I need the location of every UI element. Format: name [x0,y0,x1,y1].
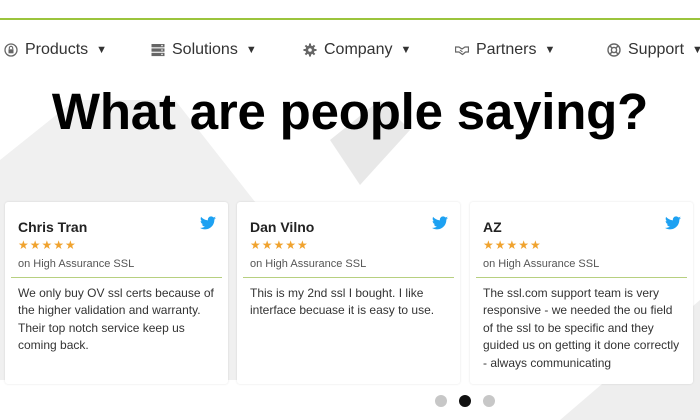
card-divider [243,277,454,278]
nav-company[interactable]: Company ▼ [303,38,411,62]
top-accent-line [0,18,700,20]
nav-products[interactable]: Products ▼ [4,38,107,62]
review-card: Chris Tran ★★★★★ on High Assurance SSL W… [5,202,228,384]
carousel-dot-active[interactable] [459,395,471,407]
carousel-dot[interactable] [483,395,495,407]
review-product: on High Assurance SSL [18,258,135,270]
twitter-icon[interactable] [432,216,448,230]
gear-icon [303,43,317,57]
review-product: on High Assurance SSL [483,258,600,270]
review-text: The ssl.com support team is very respons… [483,286,680,370]
lock-icon [4,43,18,57]
card-divider [11,277,222,278]
handshake-icon [455,43,469,57]
section-heading: What are people saying? [51,83,649,140]
review-text: This is my 2nd ssl I bought. I like inte… [250,286,435,318]
review-card: AZ ★★★★★ on High Assurance SSL The ssl.c… [470,202,693,384]
carousel-pagination [0,395,700,409]
nav-company-label: Company [324,41,393,58]
nav-support[interactable]: Support ▼ [607,38,700,62]
twitter-icon[interactable] [200,216,216,230]
review-product: on High Assurance SSL [250,258,367,270]
nav-partners[interactable]: Partners ▼ [455,38,555,62]
star-rating: ★★★★★ [483,238,542,252]
star-rating: ★★★★★ [250,238,309,252]
chevron-down-icon: ▼ [400,44,412,56]
carousel-dot[interactable] [435,395,447,407]
nav-products-label: Products [25,41,89,58]
chevron-down-icon: ▼ [96,44,108,56]
nav-solutions-label: Solutions [172,41,238,58]
main-nav: Products ▼ Solutions ▼ Company ▼ Partner… [0,38,700,62]
nav-solutions[interactable]: Solutions ▼ [151,38,257,62]
review-text: We only buy OV ssl certs because of the … [18,286,214,353]
reviewer-name: AZ [483,219,502,235]
chevron-down-icon: ▼ [245,44,257,56]
review-card: Dan Vilno ★★★★★ on High Assurance SSL Th… [237,202,460,384]
twitter-icon[interactable] [665,216,681,230]
reviewer-name: Dan Vilno [250,219,315,235]
nav-partners-label: Partners [476,41,537,58]
chevron-down-icon: ▼ [544,44,556,56]
lifebuoy-icon [607,43,621,57]
reviewer-name: Chris Tran [18,219,88,235]
card-divider [476,277,687,278]
nav-support-label: Support [628,41,685,58]
star-rating: ★★★★★ [18,238,77,252]
server-icon [151,43,165,57]
chevron-down-icon: ▼ [692,44,700,56]
